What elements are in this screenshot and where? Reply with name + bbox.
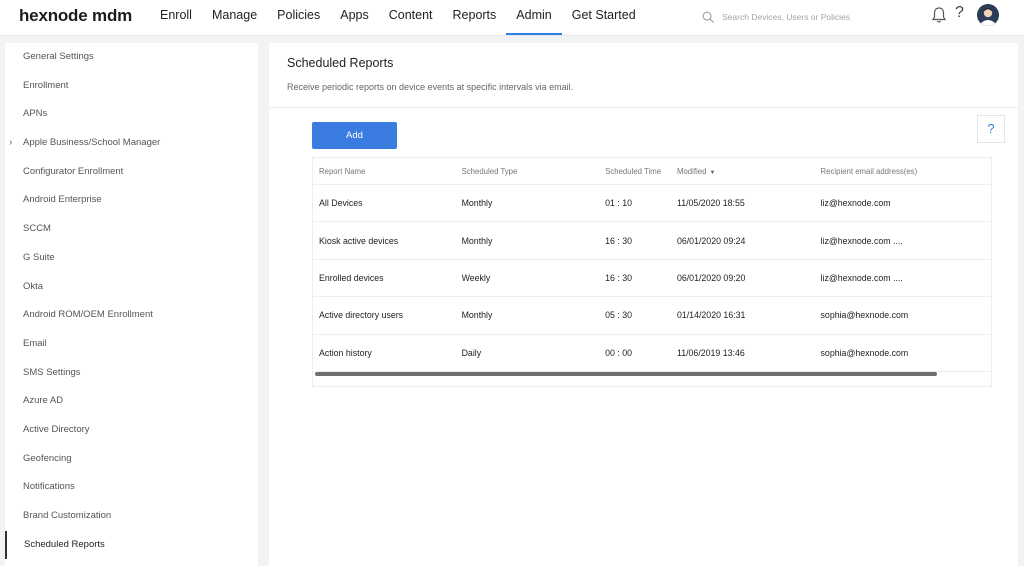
cell-scheduled-type: Daily (461, 347, 482, 358)
cell-scheduled-time: 00 : 00 (605, 347, 633, 358)
bell-icon[interactable] (931, 6, 947, 24)
help-icon[interactable]: ? (955, 4, 964, 22)
cell-recipients: liz@hexnode.com (820, 198, 891, 209)
nav-enroll[interactable]: Enroll (150, 0, 202, 36)
column-header-report-name[interactable]: Report Name (313, 167, 456, 176)
sidebar-item-notifications[interactable]: Notifications (5, 473, 258, 502)
table-row[interactable]: Action history Daily 00 : 00 11/06/2019 … (313, 335, 991, 372)
sidebar-item-sms-settings[interactable]: SMS Settings (5, 359, 258, 388)
cell-scheduled-time: 16 : 30 (605, 272, 633, 283)
sidebar-item-active-directory[interactable]: Active Directory (5, 416, 258, 445)
cell-modified: 06/01/2020 09:20 (676, 272, 746, 283)
main-panel: Scheduled Reports Receive periodic repor… (269, 43, 1018, 566)
sidebar-item-apns[interactable]: APNs (5, 100, 258, 129)
nav-manage[interactable]: Manage (202, 0, 267, 36)
sort-down-icon: ▼ (709, 169, 716, 176)
nav-policies[interactable]: Policies (267, 0, 330, 36)
column-header-scheduled-type[interactable]: Scheduled Type (456, 167, 600, 176)
help-button[interactable]: ? (977, 115, 1005, 143)
cell-scheduled-type: Monthly (461, 310, 493, 321)
top-bar: hexnode mdm Enroll Manage Policies Apps … (0, 0, 1024, 36)
cell-scheduled-type: Monthly (461, 235, 493, 246)
search-input[interactable] (722, 12, 892, 22)
table-row[interactable]: Active directory users Monthly 05 : 30 0… (313, 297, 991, 335)
nav-content[interactable]: Content (379, 0, 443, 36)
cell-scheduled-type: Weekly (461, 272, 491, 283)
chevron-right-icon: › (9, 137, 13, 149)
page-subtitle: Receive periodic reports on device event… (287, 82, 574, 92)
nav-apps[interactable]: Apps (330, 0, 379, 36)
cell-scheduled-type: Monthly (461, 198, 493, 209)
page-title: Scheduled Reports (287, 56, 394, 70)
horizontal-scrollbar[interactable] (315, 372, 937, 376)
cell-report-name[interactable]: Active directory users (313, 310, 456, 320)
avatar[interactable] (977, 4, 999, 26)
cell-scheduled-time: 16 : 30 (605, 235, 633, 246)
sidebar-item-android-enterprise[interactable]: Android Enterprise (5, 186, 258, 215)
column-header-label: Modified (676, 166, 707, 176)
divider (269, 107, 1018, 108)
sidebar-item-scheduled-reports[interactable]: Scheduled Reports (5, 530, 258, 560)
sidebar-item-g-suite[interactable]: G Suite (5, 244, 258, 273)
table-row[interactable]: Enrolled devices Weekly 16 : 30 06/01/20… (313, 260, 991, 298)
search-bar (702, 8, 902, 26)
column-header-modified[interactable]: Modified ▼ (671, 167, 815, 176)
main-nav: Enroll Manage Policies Apps Content Repo… (150, 0, 646, 36)
sidebar-item-brand-customization[interactable]: Brand Customization (5, 502, 258, 531)
cell-report-name[interactable]: Kiosk active devices (313, 236, 456, 246)
logo[interactable]: hexnode mdm (19, 6, 132, 26)
cell-scheduled-time: 01 : 10 (605, 198, 633, 209)
table-row[interactable]: All Devices Monthly 01 : 10 11/05/2020 1… (313, 185, 991, 223)
sidebar-item-configurator-enrollment[interactable]: Configurator Enrollment (5, 158, 258, 187)
column-header-recipients[interactable]: Recipient email address(es) (815, 167, 991, 176)
user-avatar-icon (977, 4, 999, 26)
cell-modified: 06/01/2020 09:24 (676, 235, 746, 246)
cell-scheduled-time: 05 : 30 (605, 310, 633, 321)
sidebar-item-email[interactable]: Email (5, 330, 258, 359)
sidebar-item-azure-ad[interactable]: Azure AD (5, 387, 258, 416)
cell-recipients: sophia@hexnode.com (820, 310, 909, 321)
sidebar-item-sccm[interactable]: SCCM (5, 215, 258, 244)
reports-table: Report Name Scheduled Type Scheduled Tim… (312, 157, 992, 387)
search-icon (702, 11, 715, 23)
column-header-scheduled-time[interactable]: Scheduled Time (599, 167, 671, 176)
sidebar: General Settings Enrollment APNs › Apple… (5, 43, 258, 566)
cell-recipients: sophia@hexnode.com (820, 347, 909, 358)
sidebar-item-label: Apple Business/School Manager (23, 137, 161, 149)
cell-recipients: liz@hexnode.com .... (820, 272, 903, 283)
cell-report-name[interactable]: All Devices (313, 198, 456, 208)
nav-admin[interactable]: Admin (506, 0, 563, 36)
nav-get-started[interactable]: Get Started (562, 0, 646, 36)
table-row[interactable]: Kiosk active devices Monthly 16 : 30 06/… (313, 222, 991, 260)
nav-reports[interactable]: Reports (443, 0, 507, 36)
cell-recipients: liz@hexnode.com .... (820, 235, 903, 246)
sidebar-item-enrollment[interactable]: Enrollment (5, 72, 258, 101)
cell-modified: 11/06/2019 13:46 (676, 347, 745, 358)
sidebar-item-general-settings[interactable]: General Settings (5, 43, 258, 72)
sidebar-item-apple-business[interactable]: › Apple Business/School Manager (5, 129, 258, 158)
cell-modified: 01/14/2020 16:31 (676, 310, 746, 321)
cell-report-name[interactable]: Action history (313, 348, 456, 358)
cell-report-name[interactable]: Enrolled devices (313, 273, 456, 283)
add-button[interactable]: Add (312, 122, 397, 149)
sidebar-item-okta[interactable]: Okta (5, 273, 258, 302)
cell-modified: 11/05/2020 18:55 (676, 198, 745, 209)
table-header: Report Name Scheduled Type Scheduled Tim… (313, 158, 991, 185)
sidebar-item-geofencing[interactable]: Geofencing (5, 445, 258, 474)
sidebar-item-android-rom[interactable]: Android ROM/OEM Enrollment (5, 301, 258, 330)
